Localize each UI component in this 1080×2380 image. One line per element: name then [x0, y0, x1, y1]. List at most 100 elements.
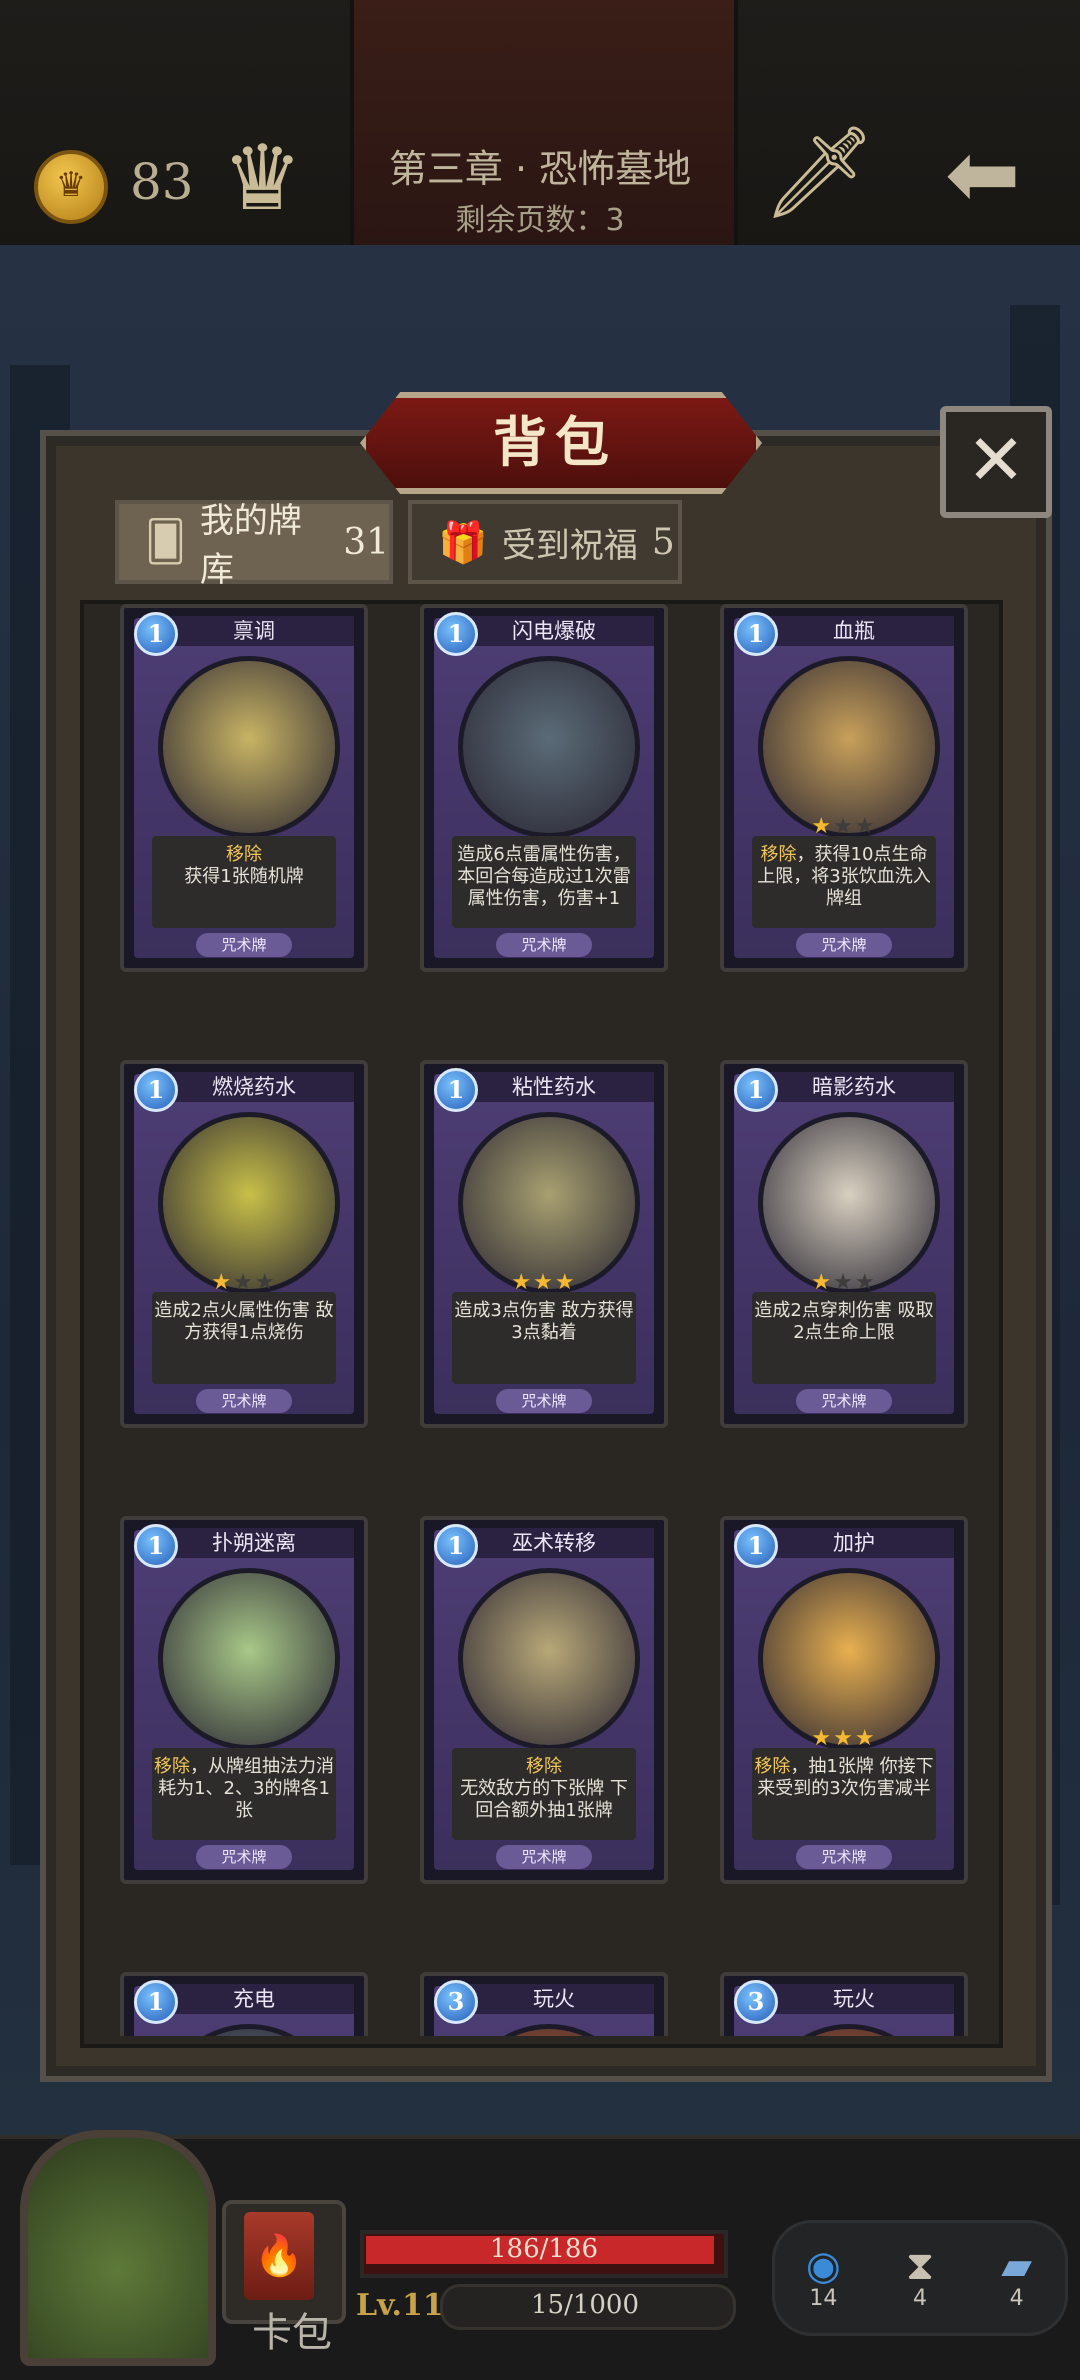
- card-cost: 1: [134, 1068, 178, 1112]
- cards-icon: 🂠: [145, 519, 186, 565]
- card-name: 玩火: [454, 1984, 654, 2014]
- card-name: 巫术转移: [454, 1528, 654, 1558]
- card-cost: 1: [134, 1980, 178, 2024]
- card-cost: 1: [134, 612, 178, 656]
- card-description: 移除 无效敌方的下张牌 下回合额外抽1张牌: [460, 1756, 628, 1821]
- card-type: 咒术牌: [196, 1389, 292, 1413]
- card-description: 造成3点伤害 敌方获得3点黏着: [454, 1300, 634, 1343]
- close-icon: ✕: [966, 419, 1026, 501]
- card[interactable]: 扑朔迷离 1 移除，从牌组抽法力消耗为1、2、3的牌各1张 咒术牌: [120, 1516, 368, 1884]
- hp-text: 186/186: [489, 2234, 598, 2264]
- card-description: 移除 获得1张随机牌: [184, 844, 304, 887]
- gift-icon: 🎁: [438, 519, 488, 566]
- card-type: 咒术牌: [496, 1389, 592, 1413]
- card-name: 禀调: [154, 616, 354, 646]
- card[interactable]: 燃烧药水 1 ★★★ 造成2点火属性伤害 敌方获得1点烧伤 咒术牌: [120, 1060, 368, 1428]
- book-icon: 🔥: [244, 2212, 314, 2300]
- card[interactable]: 闪电爆破 1 造成6点雷属性伤害，本回合每造成过1次雷属性伤害，伤害+1 咒术牌: [420, 604, 668, 972]
- card-keyword: 移除: [226, 844, 262, 865]
- tab-count: 31: [343, 521, 389, 563]
- orb-icon: ◉: [805, 2242, 841, 2289]
- card-cost: 1: [734, 1068, 778, 1112]
- card[interactable]: 加护 1 ★★★ 移除，抽1张牌 你接下来受到的3次伤害减半 咒术牌: [720, 1516, 968, 1884]
- card-cost: 1: [134, 1524, 178, 1568]
- card-keyword: 移除: [526, 1756, 562, 1777]
- card-type: 咒术牌: [796, 1389, 892, 1413]
- coin-count: 83: [130, 153, 194, 211]
- card-description: 造成2点穿刺伤害 吸取2点生命上限: [754, 1300, 934, 1343]
- back-arrow-icon[interactable]: ⬅: [945, 130, 1020, 220]
- coin-icon: ♛: [34, 150, 108, 224]
- card-holder: 禀调 1 移除 获得1张随机牌 咒术牌 闪电爆破 1 造成6点雷属性伤害，本回合每造成过1次雷…: [84, 604, 991, 2036]
- card-art: [758, 1112, 940, 1294]
- stat-value: 14: [809, 2285, 838, 2311]
- tab-blessings[interactable]: 🎁 受到祝福 5: [408, 500, 682, 584]
- card[interactable]: 血瓶 1 ★★★ 移除，获得10点生命上限，将3张饮血洗入牌组 咒术牌: [720, 604, 968, 972]
- tab-label: 受到祝福: [501, 525, 638, 566]
- xp-text: 15/1000: [530, 2290, 639, 2320]
- hero-portrait[interactable]: [20, 2130, 216, 2366]
- pages-remaining: 剩余页数：3: [455, 203, 625, 238]
- card-name: 血瓶: [754, 616, 954, 646]
- close-button[interactable]: ✕: [940, 406, 1052, 518]
- card-description: 移除，抽1张牌 你接下来受到的3次伤害减半: [754, 1756, 934, 1799]
- card[interactable]: 巫术转移 1 移除 无效敌方的下张牌 下回合额外抽1张牌咒术牌: [420, 1516, 668, 1884]
- sword-icon[interactable]: 🗡: [762, 128, 876, 218]
- chapter-title: 第三章 · 恐怖墓地: [388, 147, 692, 191]
- card-description: 移除，获得10点生命上限，将3张饮血洗入牌组: [757, 844, 931, 909]
- coin-glyph: ♛: [55, 165, 87, 205]
- card-cost: 1: [734, 1524, 778, 1568]
- card-art: [158, 1112, 340, 1294]
- card[interactable]: 充电 1: [120, 1972, 368, 2036]
- stats-row: ◉ 14 ⧗ 4 ▰ 4: [775, 2223, 1065, 2333]
- deck-label: 卡包: [252, 2310, 332, 2356]
- stat-value: 4: [1009, 2285, 1024, 2311]
- crown-icon[interactable]: ♛: [222, 134, 303, 224]
- card-type: 咒术牌: [196, 1845, 292, 1869]
- card-name: 扑朔迷离: [154, 1528, 354, 1558]
- card-cost: 1: [434, 1524, 478, 1568]
- card[interactable]: 暗影药水 1 ★★★ 造成2点穿刺伤害 吸取2点生命上限 咒术牌: [720, 1060, 968, 1428]
- card-keyword: 移除: [760, 844, 797, 865]
- stat-value: 4: [912, 2285, 927, 2311]
- hourglass-icon: ⧗: [905, 2242, 935, 2289]
- card-art: [458, 1112, 640, 1294]
- card-art: [758, 1568, 940, 1750]
- card-art: [458, 656, 640, 838]
- card-type: 咒术牌: [196, 933, 292, 957]
- card[interactable]: 玩火 3: [720, 1972, 968, 2036]
- card[interactable]: 玩火 3: [420, 1972, 668, 2036]
- card-stack-icon: ▰: [1001, 2242, 1033, 2289]
- card-art: [158, 1568, 340, 1750]
- tab-label: 我的牌库: [199, 501, 302, 590]
- card-name: 燃烧药水: [154, 1072, 354, 1102]
- card-description: 造成2点火属性伤害 敌方获得1点烧伤: [154, 1300, 334, 1343]
- stat-item: ◉ 14: [793, 2246, 853, 2311]
- level-text: Lv.11: [356, 2288, 444, 2323]
- card-name: 粘性药水: [454, 1072, 654, 1102]
- card-type: 咒术牌: [796, 1845, 892, 1869]
- card-name: 暗影药水: [754, 1072, 954, 1102]
- card[interactable]: 粘性药水 1 ★★★ 造成3点伤害 敌方获得3点黏着 咒术牌: [420, 1060, 668, 1428]
- card-type: 咒术牌: [796, 933, 892, 957]
- card-cost: 3: [434, 1980, 478, 2024]
- stat-item: ▰ 4: [987, 2246, 1047, 2311]
- card-keyword: 移除: [154, 1756, 190, 1777]
- card-type: 咒术牌: [496, 1845, 592, 1869]
- card-art: [458, 1568, 640, 1750]
- stat-item: ⧗ 4: [890, 2246, 950, 2311]
- card-cost: 1: [434, 612, 478, 656]
- card-name: 玩火: [754, 1984, 954, 2014]
- stats-box[interactable]: ◉ 14 ⧗ 4 ▰ 4: [772, 2220, 1068, 2336]
- card-name: 闪电爆破: [454, 616, 654, 646]
- card-cost: 1: [734, 612, 778, 656]
- card-art: [758, 656, 940, 838]
- card-name: 充电: [154, 1984, 354, 2014]
- card-name: 加护: [754, 1528, 954, 1558]
- tab-my-deck[interactable]: 🂠 我的牌库 31: [115, 500, 393, 590]
- card-description: 造成6点雷属性伤害，本回合每造成过1次雷属性伤害，伤害+1: [457, 844, 631, 909]
- bag-title: 背包: [493, 411, 617, 474]
- card-keyword: 移除: [754, 1756, 791, 1777]
- tab-count: 5: [651, 521, 675, 563]
- card[interactable]: 禀调 1 移除 获得1张随机牌咒术牌: [120, 604, 368, 972]
